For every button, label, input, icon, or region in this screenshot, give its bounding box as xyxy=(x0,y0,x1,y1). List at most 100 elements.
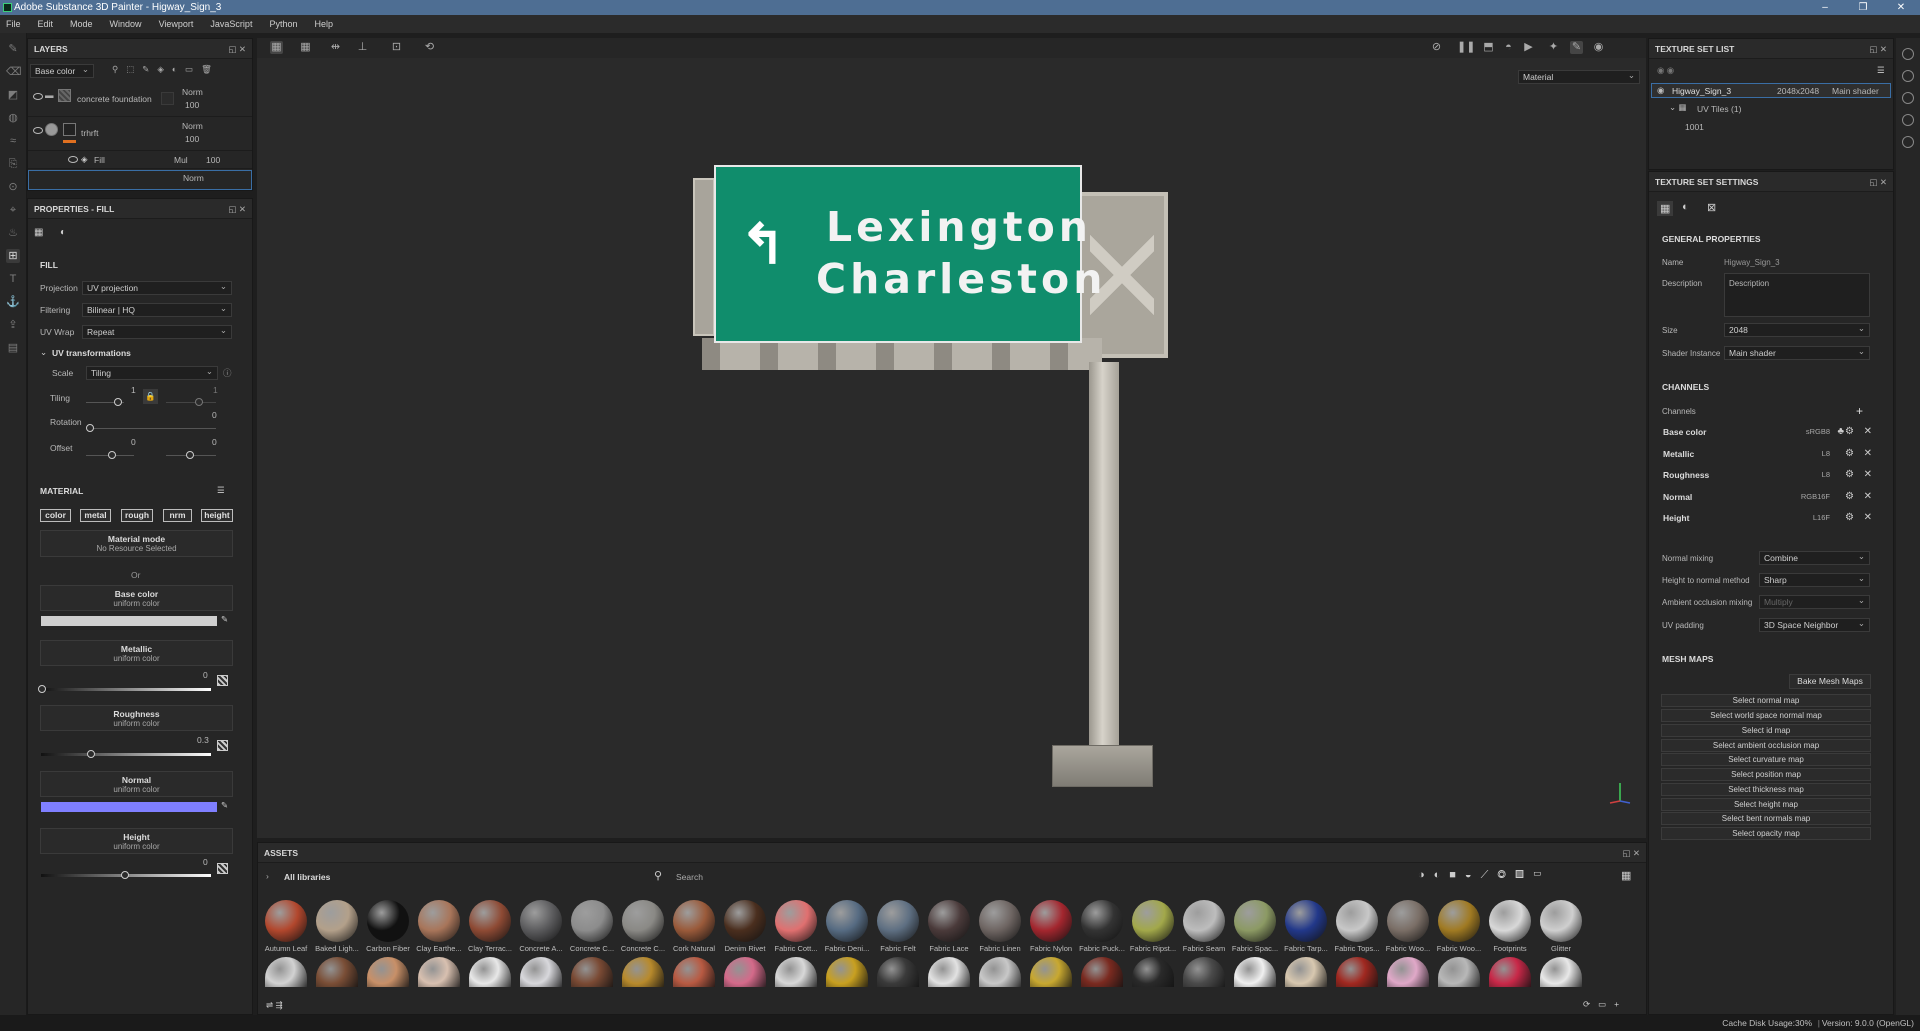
description-field[interactable]: Description xyxy=(1724,273,1870,317)
channel-select[interactable]: Base color xyxy=(30,63,94,78)
material-thumbnail[interactable] xyxy=(418,900,460,942)
material-thumbnail[interactable] xyxy=(1132,900,1174,942)
eye-icon[interactable]: ◉ xyxy=(1657,85,1664,96)
picker-tool-icon[interactable]: ⊙ xyxy=(6,180,20,194)
library-name[interactable]: All libraries xyxy=(284,872,330,882)
offset-knob-a[interactable] xyxy=(108,451,116,459)
smudge-tool-icon[interactable]: ≈ xyxy=(6,134,20,148)
material-thumbnail[interactable] xyxy=(775,957,817,987)
material-thumbnail[interactable] xyxy=(1183,900,1225,942)
material-thumbnail[interactable] xyxy=(367,957,409,987)
roughness-slot[interactable]: Roughness uniform color xyxy=(40,705,233,731)
paint-tool-icon[interactable]: ✎ xyxy=(6,42,20,56)
layer-row[interactable]: Norm xyxy=(28,170,252,190)
minimize-button[interactable]: – xyxy=(1806,0,1844,15)
channel-settings-icon[interactable]: ⚙ xyxy=(1845,512,1854,523)
material-thumbnail[interactable] xyxy=(877,900,919,942)
material-thumbnail[interactable] xyxy=(418,957,460,987)
rough-channel-button[interactable]: rough xyxy=(121,509,153,522)
material-menu-icon[interactable]: ☰ xyxy=(217,485,225,496)
uvwrap-select[interactable]: Repeat xyxy=(82,324,232,339)
geometry-fill-icon[interactable]: ◍ xyxy=(6,111,20,125)
size-select[interactable]: 2048 xyxy=(1724,322,1870,337)
layer-row[interactable]: trhrft Norm 100 xyxy=(28,117,252,151)
panel-float-close-icon[interactable]: ◱ ✕ xyxy=(1869,39,1887,59)
remove-channel-icon[interactable]: ✕ xyxy=(1864,426,1872,437)
layer-row[interactable]: ▬ concrete foundation Norm 100 xyxy=(28,83,252,117)
scale-select[interactable]: Tiling xyxy=(86,365,218,380)
eyedropper-icon[interactable]: ✎ xyxy=(221,800,228,811)
material-thumbnail[interactable] xyxy=(1336,957,1378,987)
material-thumbnail[interactable] xyxy=(316,900,358,942)
menu-python[interactable]: Python xyxy=(269,19,297,29)
select-thickness-map[interactable]: Select thickness map xyxy=(1661,783,1871,796)
lock-icon[interactable]: 🔒 xyxy=(143,389,158,404)
display-settings-icon[interactable] xyxy=(1902,70,1914,82)
material-thumbnail[interactable] xyxy=(1387,957,1429,987)
rotation-knob[interactable] xyxy=(86,424,94,432)
channel-format[interactable]: L8 xyxy=(1822,449,1830,458)
select-height-map[interactable]: Select height map xyxy=(1661,798,1871,811)
camera-mode-icon[interactable]: ⬒ xyxy=(1482,41,1495,54)
material-thumbnail[interactable] xyxy=(928,957,970,987)
channel-format[interactable]: L16F xyxy=(1813,513,1830,522)
layer-actions-icons[interactable]: ⚲⬚✎◈◐▭🗑 xyxy=(112,64,220,75)
uv-transform-title[interactable]: UV transformations xyxy=(52,348,131,358)
info-icon[interactable]: ⓘ xyxy=(223,367,232,379)
channel-settings-icon[interactable]: ⚙ xyxy=(1845,469,1854,480)
material-thumbnail[interactable] xyxy=(1234,900,1276,942)
material-thumbnail[interactable] xyxy=(775,900,817,942)
asset-filter-icons[interactable]: ◑◐■◒⟋◎▤▭ xyxy=(1418,869,1551,882)
metallic-slot[interactable]: Metallic uniform color xyxy=(40,640,233,666)
material-thumbnail[interactable] xyxy=(1489,900,1531,942)
material-thumbnail[interactable] xyxy=(1081,957,1123,987)
material-thumbnail[interactable] xyxy=(265,900,307,942)
material-thumbnail[interactable] xyxy=(1438,900,1480,942)
visibility-icons[interactable]: ◉ ◉ xyxy=(1657,65,1674,76)
close-button[interactable]: ✕ xyxy=(1882,0,1920,15)
tiling-knob-b[interactable] xyxy=(195,398,203,406)
menu-window[interactable]: Window xyxy=(110,19,142,29)
maximize-button[interactable]: ❐ xyxy=(1844,0,1882,15)
texture-slot-icon[interactable] xyxy=(217,863,228,874)
height-to-normal-select[interactable]: Sharp xyxy=(1759,572,1870,587)
add-channel-icon[interactable]: + xyxy=(1856,404,1863,418)
panel-float-close-icon[interactable]: ◱ ✕ xyxy=(1622,843,1640,863)
remove-channel-icon[interactable]: ✕ xyxy=(1864,512,1872,523)
select-bent-normals-map[interactable]: Select bent normals map xyxy=(1661,812,1871,825)
texture-slot-icon[interactable] xyxy=(217,675,228,686)
color-channel-button[interactable]: color xyxy=(40,509,71,522)
material-thumbnail[interactable] xyxy=(877,957,919,987)
material-thumbnail[interactable] xyxy=(1540,957,1582,987)
texture-set-list-icon[interactable] xyxy=(1902,48,1914,60)
name-value[interactable]: Higway_Sign_3 xyxy=(1724,258,1780,267)
clone-tool-icon[interactable]: ⎘ xyxy=(6,157,20,171)
offset-knob-b[interactable] xyxy=(186,451,194,459)
material-thumbnail[interactable] xyxy=(520,900,562,942)
tiling-slider-b[interactable] xyxy=(166,402,216,403)
channel-settings-icon[interactable]: ⚙ xyxy=(1845,491,1854,502)
select-opacity-map[interactable]: Select opacity map xyxy=(1661,827,1871,840)
channel-row[interactable]: Metallic L8 ⚙ ✕ xyxy=(1660,445,1880,465)
projection-tool-icon[interactable]: ◩ xyxy=(6,88,20,102)
symmetry-icon[interactable]: ⇹ xyxy=(329,41,342,54)
select-world-normal-map[interactable]: Select world space normal map xyxy=(1661,709,1871,722)
tiling-knob-a[interactable] xyxy=(114,398,122,406)
channel-format[interactable]: L8 xyxy=(1822,470,1830,479)
material-thumbnail[interactable] xyxy=(826,900,868,942)
menu-mode[interactable]: Mode xyxy=(70,19,93,29)
normal-slot[interactable]: Normal uniform color xyxy=(40,771,233,797)
channel-format[interactable]: RGB16F xyxy=(1801,492,1830,501)
material-thumbnail[interactable] xyxy=(1285,900,1327,942)
material-thumbnail[interactable] xyxy=(1438,957,1480,987)
layer-opacity[interactable]: 100 xyxy=(185,134,199,144)
rotation-slider[interactable] xyxy=(86,428,216,429)
chevron-right-icon[interactable]: › xyxy=(266,871,269,881)
eyedropper-icon[interactable]: ✎ xyxy=(221,614,228,625)
select-curvature-map[interactable]: Select curvature map xyxy=(1661,753,1871,766)
material-thumbnail[interactable] xyxy=(469,957,511,987)
blend-mode[interactable]: Norm xyxy=(182,87,203,97)
material-mode-slot[interactable]: Material mode No Resource Selected xyxy=(40,530,233,557)
log-icon[interactable] xyxy=(1902,136,1914,148)
color-profile-icon[interactable]: ♣ xyxy=(1837,426,1844,437)
